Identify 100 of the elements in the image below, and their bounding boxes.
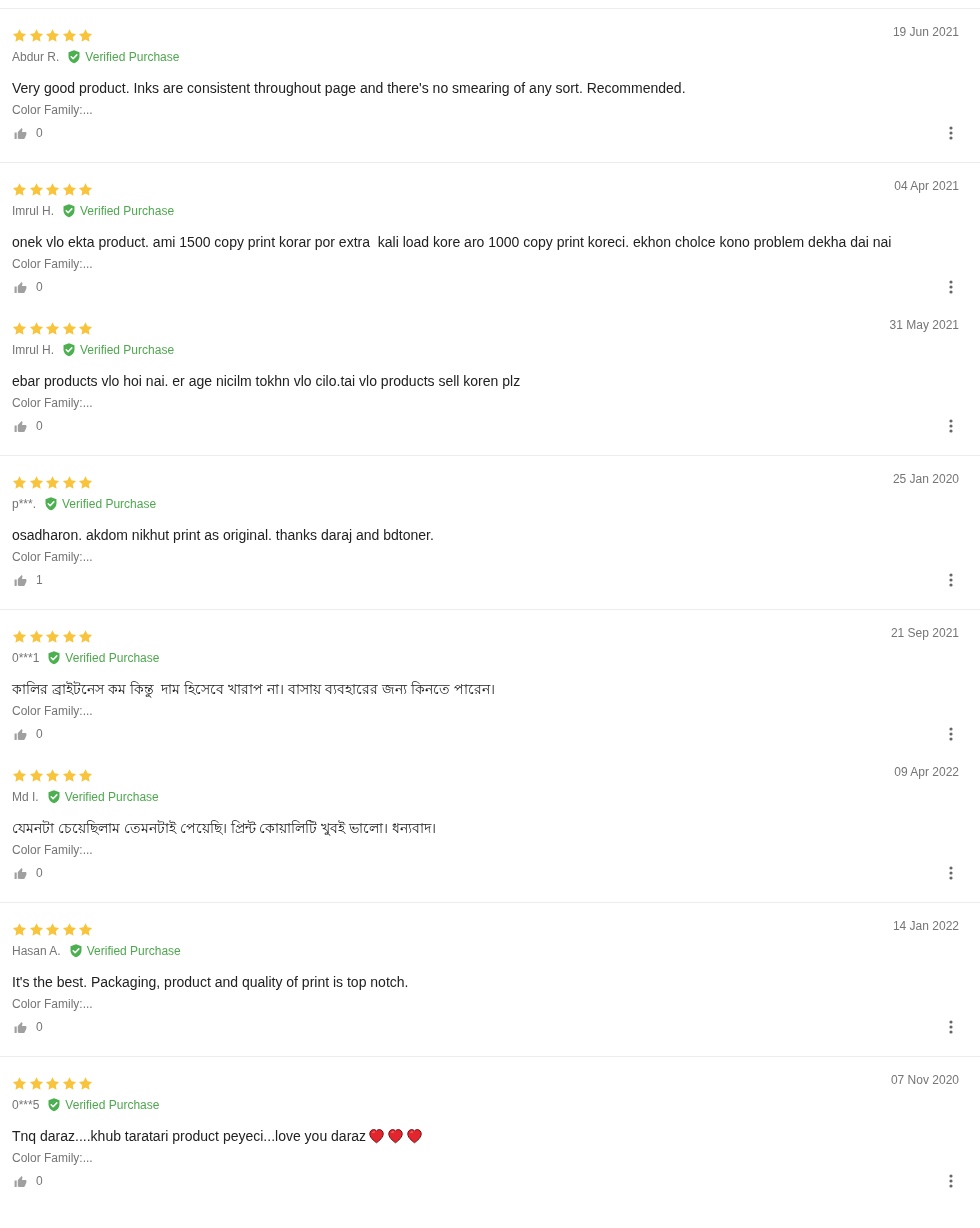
variant-label: Color Family:... (12, 395, 94, 411)
like-count: 0 (36, 279, 43, 295)
star-icon (12, 922, 27, 937)
like-count: 0 (36, 1019, 43, 1035)
review-date: 14 Jan 2022 (892, 918, 959, 934)
variant-label: Color Family:... (12, 1150, 94, 1166)
star-icon (78, 768, 94, 783)
like-count: 1 (36, 572, 43, 588)
review-date: 31 May 2021 (889, 317, 959, 333)
verified-label: Verified Purchase (86, 943, 181, 959)
star-icon (12, 475, 27, 490)
review-date: 07 Nov 2020 (890, 1072, 959, 1088)
star-icon (45, 475, 61, 490)
star-icon (28, 28, 44, 43)
thumbs-up-icon[interactable] (14, 727, 27, 741)
like-count: 0 (36, 418, 43, 434)
like-count: 0 (36, 726, 43, 742)
review-text: Very good product. Inks are consistent throughout page and there's no smearing of any sort. Recommended. (12, 80, 686, 96)
star-icon (28, 321, 44, 336)
star-icon (12, 182, 27, 197)
star-icon (45, 922, 61, 937)
reviewer-name: 0***5 (12, 1097, 40, 1113)
star-icon (45, 321, 61, 336)
reviewer-name: Imrul H. (12, 342, 54, 358)
star-icon (61, 321, 77, 336)
more-options-icon[interactable] (949, 280, 953, 294)
star-icon (61, 28, 77, 43)
thumbs-up-icon[interactable] (14, 866, 27, 880)
reviewer-name: Abdur R. (12, 49, 60, 65)
variant-label: Color Family:... (12, 703, 94, 719)
review-text: ebar products vlo hoi nai. er age nicilm tokhn vlo cilo.tai vlo products sell koren plz (12, 373, 521, 389)
review-text: কালির ব্রাইটনেস কম কিন্তু দাম হিসেবে খারাপ না। বাসায় ব্যবহারের জন্য কিনতে পারেন। (12, 681, 495, 697)
more-options-icon[interactable] (949, 866, 953, 880)
star-icon (61, 1076, 77, 1091)
thumbs-up-icon[interactable] (14, 1020, 27, 1034)
star-icon (45, 182, 61, 197)
more-options-icon[interactable] (949, 573, 953, 587)
variant-label: Color Family:... (12, 996, 94, 1012)
star-icon (61, 768, 77, 783)
more-options-icon[interactable] (949, 126, 953, 140)
star-icon (12, 1076, 27, 1091)
review-date: 04 Apr 2021 (894, 178, 959, 194)
like-count: 0 (36, 125, 43, 141)
variant-label: Color Family:... (12, 842, 94, 858)
star-icon (78, 28, 94, 43)
verified-label: Verified Purchase (85, 49, 180, 65)
thumbs-up-icon[interactable] (14, 419, 27, 433)
like-count: 0 (36, 865, 43, 881)
heart-icon (406, 1128, 424, 1144)
star-icon (28, 182, 44, 197)
verified-label: Verified Purchase (80, 342, 175, 358)
verified-label: Verified Purchase (65, 650, 160, 666)
heart-icon (387, 1128, 405, 1144)
more-options-icon[interactable] (949, 419, 953, 433)
review-date: 25 Jan 2020 (892, 471, 959, 487)
review-text: onek vlo ekta product. ami 1500 copy print korar por extra kali load kore aro 1000 copy print koreci. ekhon cholce kono problem dekha dai nai (12, 234, 892, 250)
review-text: osadharon. akdom nikhut print as original. thanks daraj and bdtoner. (12, 527, 434, 543)
review-text: যেমনটা চেয়েছিলাম তেমনটাই পেয়েছি। প্রিন্ট কোয়ালিটি খুবই ভালো। ধন্যবাদ। (12, 820, 437, 836)
star-icon (45, 629, 61, 644)
star-icon (12, 629, 27, 644)
verified-label: Verified Purchase (64, 789, 159, 805)
reviewer-name: Md I. (12, 789, 39, 805)
star-icon (78, 321, 94, 336)
reviewer-name: 0***1 (12, 650, 40, 666)
review-date: 21 Sep 2021 (890, 625, 959, 641)
reviewer-name: Imrul H. (12, 203, 54, 219)
verified-label: Verified Purchase (80, 203, 175, 219)
star-icon (28, 922, 44, 937)
variant-label: Color Family:... (12, 256, 94, 272)
star-icon (61, 475, 77, 490)
star-icon (45, 768, 61, 783)
star-icon (61, 922, 77, 937)
more-options-icon[interactable] (949, 727, 953, 741)
thumbs-up-icon[interactable] (14, 573, 27, 587)
star-icon (12, 28, 27, 43)
verified-label: Verified Purchase (62, 496, 157, 512)
verified-label: Verified Purchase (65, 1097, 160, 1113)
thumbs-up-icon[interactable] (14, 126, 27, 140)
more-options-icon[interactable] (949, 1020, 953, 1034)
review-date: 09 Apr 2022 (894, 764, 959, 780)
star-icon (12, 321, 27, 336)
variant-label: Color Family:... (12, 549, 94, 565)
star-icon (78, 182, 94, 197)
star-icon (78, 475, 94, 490)
star-icon (45, 28, 61, 43)
heart-icon (368, 1128, 386, 1144)
star-icon (78, 1076, 94, 1091)
thumbs-up-icon[interactable] (14, 1174, 27, 1188)
star-icon (61, 629, 77, 644)
like-count: 0 (36, 1173, 43, 1189)
more-options-icon[interactable] (949, 1174, 953, 1188)
star-icon (12, 768, 27, 783)
star-icon (78, 922, 94, 937)
thumbs-up-icon[interactable] (14, 280, 27, 294)
review-text: Tnq daraz....khub taratari product peyeci...love you daraz (12, 1128, 367, 1144)
reviewer-name: p***. (12, 496, 37, 512)
star-icon (28, 629, 44, 644)
review-date: 19 Jun 2021 (892, 24, 959, 40)
reviewer-name: Hasan A. (12, 943, 61, 959)
variant-label: Color Family:... (12, 102, 94, 118)
